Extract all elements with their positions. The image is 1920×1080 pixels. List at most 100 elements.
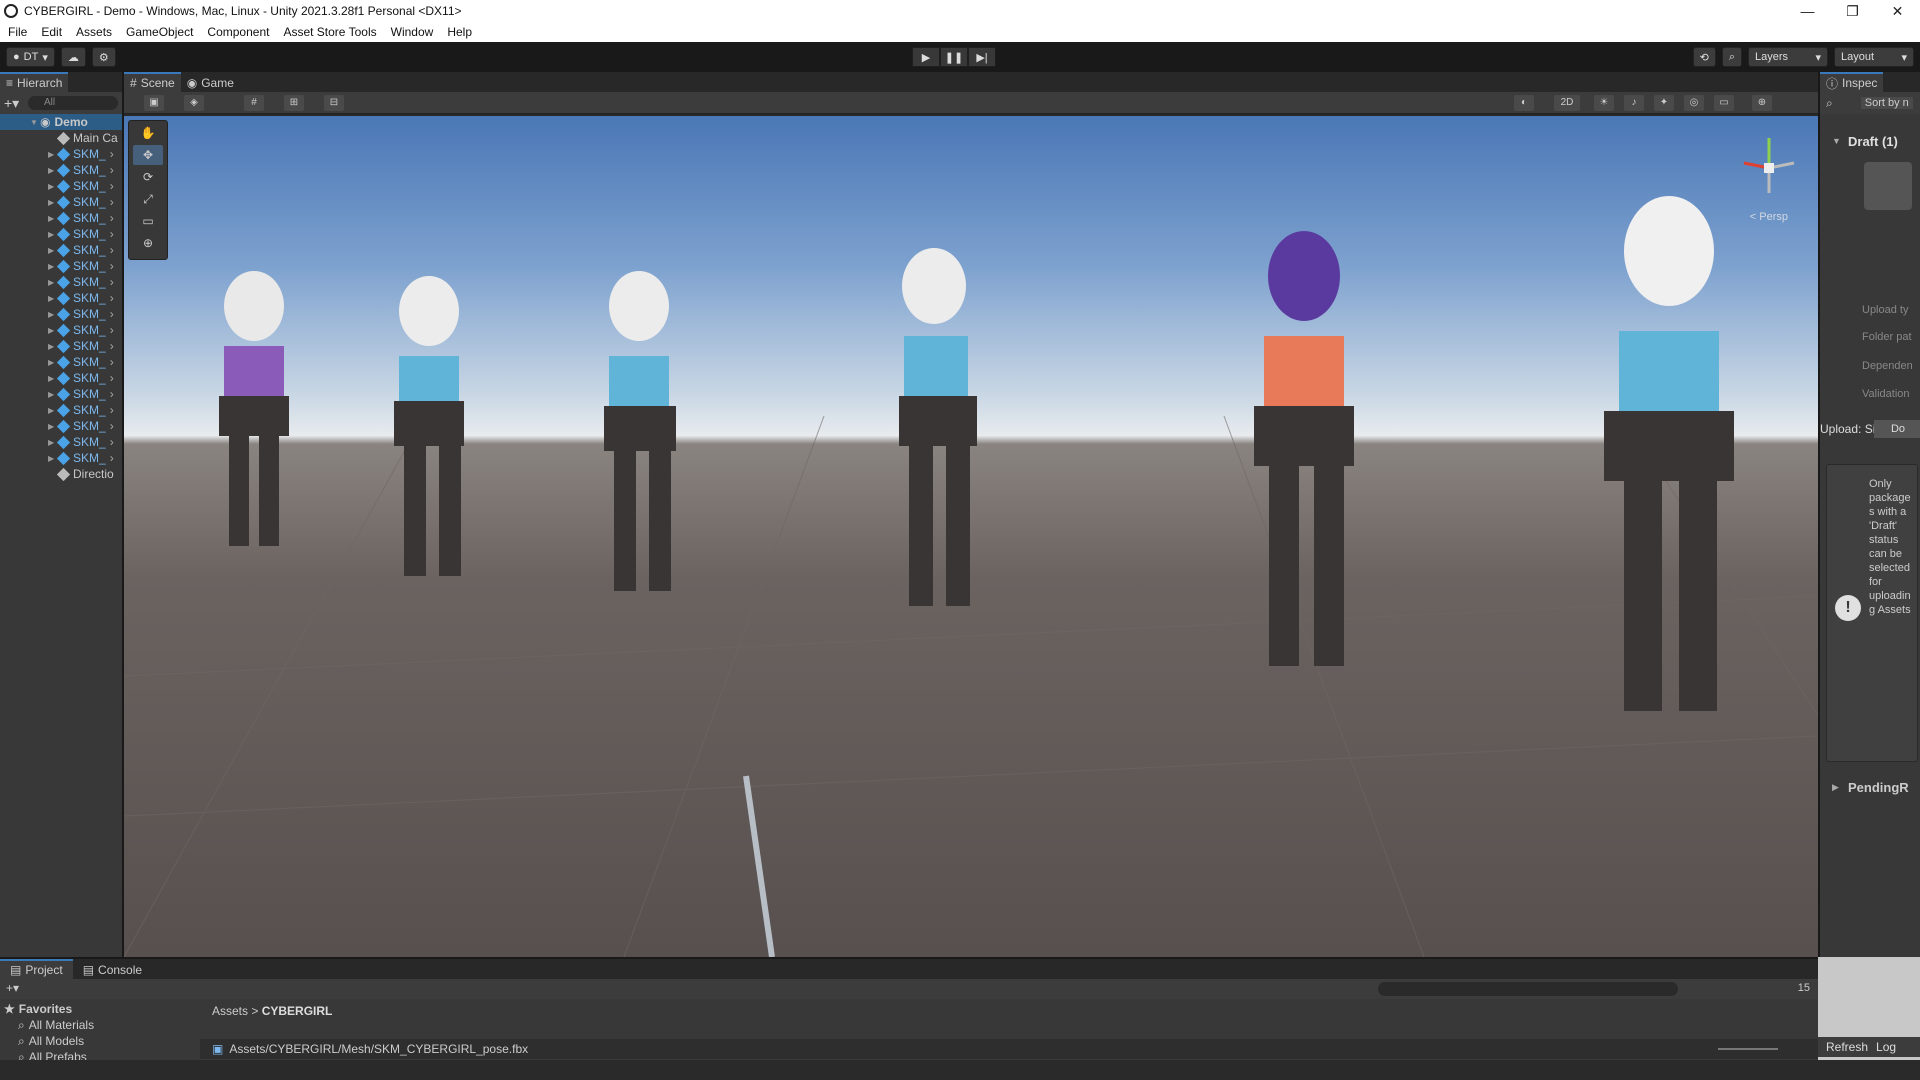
- toggle-2d-button[interactable]: 2D: [1554, 95, 1580, 111]
- hierarchy-item-camera[interactable]: Main Ca: [0, 130, 122, 146]
- hierarchy-item-skm[interactable]: ▶ SKM_ ›: [0, 274, 122, 290]
- hierarchy-item-skm[interactable]: ▶ SKM_ ›: [0, 290, 122, 306]
- project-search-input[interactable]: [1378, 982, 1678, 996]
- hand-tool-icon[interactable]: ✋: [133, 123, 163, 143]
- hierarchy-item-skm[interactable]: ▶ SKM_ ›: [0, 370, 122, 386]
- rect-tool-icon[interactable]: ▭: [133, 211, 163, 231]
- upload-button[interactable]: Do: [1874, 420, 1920, 438]
- chevron-right-icon[interactable]: ›: [110, 291, 114, 305]
- hierarchy-item-skm[interactable]: ▶ SKM_ ›: [0, 434, 122, 450]
- chevron-right-icon[interactable]: ›: [110, 147, 114, 161]
- hierarchy-item-light[interactable]: Directio: [0, 466, 122, 482]
- menu-gameobject[interactable]: GameObject: [126, 25, 193, 39]
- shading-icon[interactable]: ◐: [1514, 95, 1534, 111]
- perspective-label[interactable]: < Persp: [1750, 211, 1788, 223]
- tab-console[interactable]: ▤ Console: [73, 959, 152, 979]
- audio-icon[interactable]: ♪: [1624, 95, 1644, 111]
- chevron-right-icon[interactable]: ›: [110, 323, 114, 337]
- menu-edit[interactable]: Edit: [41, 25, 62, 39]
- chevron-right-icon[interactable]: ›: [110, 355, 114, 369]
- menu-asset-store-tools[interactable]: Asset Store Tools: [283, 25, 376, 39]
- menu-window[interactable]: Window: [391, 25, 434, 39]
- layout-dropdown[interactable]: Layout ▾: [1834, 47, 1914, 67]
- chevron-right-icon[interactable]: ›: [110, 243, 114, 257]
- scale-tool-icon[interactable]: ⤢: [133, 189, 163, 209]
- gizmo-pivot-icon[interactable]: ▣: [144, 95, 164, 111]
- chevron-right-icon[interactable]: ›: [110, 403, 114, 417]
- chevron-right-icon[interactable]: ›: [110, 211, 114, 225]
- move-tool-icon[interactable]: ✥: [133, 145, 163, 165]
- chevron-right-icon[interactable]: ›: [110, 179, 114, 193]
- search-icon[interactable]: ⌕: [1826, 96, 1833, 111]
- lighting-icon[interactable]: ☀: [1594, 95, 1614, 111]
- cloud-icon[interactable]: ☁: [60, 47, 86, 67]
- tab-scene[interactable]: # Scene: [124, 72, 181, 92]
- crumb-assets[interactable]: Assets: [212, 1004, 248, 1018]
- create-asset-button[interactable]: +▾: [6, 981, 19, 995]
- camera-icon[interactable]: ▭: [1714, 95, 1734, 111]
- hierarchy-item-skm[interactable]: ▶ SKM_ ›: [0, 322, 122, 338]
- effects-icon[interactable]: ✦: [1654, 95, 1674, 111]
- close-button[interactable]: ✕: [1875, 0, 1920, 22]
- hierarchy-search-input[interactable]: All: [28, 96, 118, 110]
- chevron-right-icon[interactable]: ›: [110, 307, 114, 321]
- fav-all-materials[interactable]: ⌕ All Materials: [0, 1017, 198, 1033]
- grid-snap-icon[interactable]: #: [244, 95, 264, 111]
- play-button[interactable]: ▶: [912, 47, 940, 67]
- chevron-right-icon[interactable]: ›: [110, 451, 114, 465]
- chevron-right-icon[interactable]: ›: [110, 387, 114, 401]
- increment-snap-icon[interactable]: ⊞: [284, 95, 304, 111]
- tab-game[interactable]: ◉ Game: [180, 72, 240, 92]
- hierarchy-item-skm[interactable]: ▶ SKM_ ›: [0, 338, 122, 354]
- transform-tool-icon[interactable]: ⊕: [133, 233, 163, 253]
- sort-dropdown[interactable]: Sort by n: [1860, 97, 1913, 109]
- hierarchy-item-skm[interactable]: ▶ SKM_ ›: [0, 386, 122, 402]
- hierarchy-item-skm[interactable]: ▶ SKM_ ›: [0, 146, 122, 162]
- chevron-right-icon[interactable]: ›: [110, 195, 114, 209]
- tab-hierarchy[interactable]: ≡ Hierarch: [0, 72, 69, 92]
- fav-all-models[interactable]: ⌕ All Models: [0, 1033, 198, 1049]
- hierarchy-item-skm[interactable]: ▶ SKM_ ›: [0, 418, 122, 434]
- step-button[interactable]: ▶|: [968, 47, 996, 67]
- hierarchy-item-skm[interactable]: ▶ SKM_ ›: [0, 306, 122, 322]
- zoom-slider[interactable]: [1718, 1048, 1778, 1050]
- chevron-right-icon[interactable]: ›: [110, 163, 114, 177]
- chevron-right-icon[interactable]: ›: [110, 339, 114, 353]
- refresh-button[interactable]: Refresh: [1826, 1040, 1868, 1054]
- maximize-button[interactable]: ❐: [1830, 0, 1875, 22]
- favorites-header[interactable]: ★ Favorites: [0, 1001, 198, 1017]
- menu-file[interactable]: File: [8, 25, 27, 39]
- hierarchy-item-skm[interactable]: ▶ SKM_ ›: [0, 226, 122, 242]
- menu-assets[interactable]: Assets: [76, 25, 112, 39]
- expand-icon[interactable]: ▶: [1832, 782, 1839, 793]
- menu-component[interactable]: Component: [207, 25, 269, 39]
- scene-viewport[interactable]: ✋ ✥ ⟳ ⤢ ▭ ⊕ < Persp: [124, 116, 1818, 957]
- chevron-right-icon[interactable]: ›: [110, 419, 114, 433]
- hidden-packages-count[interactable]: 15: [1798, 982, 1810, 994]
- pause-button[interactable]: ❚❚: [940, 47, 968, 67]
- minimize-button[interactable]: —: [1785, 0, 1830, 22]
- history-icon[interactable]: ⟲: [1692, 47, 1716, 67]
- menu-help[interactable]: Help: [447, 25, 472, 39]
- collab-icon[interactable]: ⚙: [91, 47, 116, 67]
- crumb-cybergirl[interactable]: CYBERGIRL: [262, 1004, 333, 1018]
- gizmo-space-icon[interactable]: ◈: [184, 95, 204, 111]
- hierarchy-item-skm[interactable]: ▶ SKM_ ›: [0, 242, 122, 258]
- rotate-tool-icon[interactable]: ⟳: [133, 167, 163, 187]
- log-button[interactable]: Log: [1876, 1040, 1896, 1054]
- hierarchy-item-skm[interactable]: ▶ SKM_ ›: [0, 258, 122, 274]
- chevron-right-icon[interactable]: ›: [110, 227, 114, 241]
- collapse-icon[interactable]: ▼: [1832, 136, 1841, 146]
- hierarchy-item-skm[interactable]: ▶ SKM_ ›: [0, 210, 122, 226]
- hierarchy-item-skm[interactable]: ▶ SKM_ ›: [0, 194, 122, 210]
- gizmos-icon[interactable]: ⊕: [1752, 95, 1772, 111]
- chevron-right-icon[interactable]: ›: [110, 259, 114, 273]
- search-icon[interactable]: ⌕: [1721, 47, 1742, 67]
- tab-inspector[interactable]: ⓘ Inspec: [1820, 72, 1884, 92]
- chevron-right-icon[interactable]: ›: [110, 435, 114, 449]
- hierarchy-item-skm[interactable]: ▶ SKM_ ›: [0, 402, 122, 418]
- orientation-gizmo-icon[interactable]: [1734, 128, 1804, 208]
- tab-project[interactable]: ▤ Project: [0, 959, 73, 979]
- hierarchy-item-skm[interactable]: ▶ SKM_ ›: [0, 178, 122, 194]
- hierarchy-root-demo[interactable]: ▼ ◉ Demo: [0, 114, 122, 130]
